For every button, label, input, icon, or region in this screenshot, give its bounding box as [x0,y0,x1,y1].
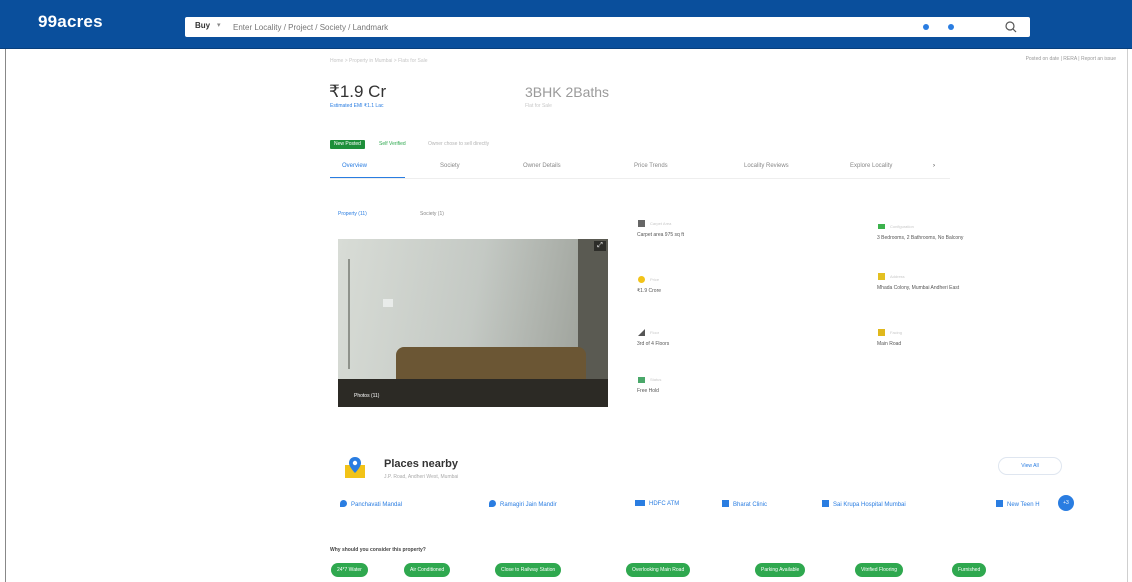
why-consider-title: Why should you consider this property? [330,547,426,553]
place-name: New Teen H [1007,502,1040,508]
configuration: 3BHK 2Baths [525,84,610,100]
price: ₹1.9 Cr [329,82,387,101]
emi-link[interactable]: Estimated EMI ₹1.1 Lac [330,103,383,109]
expand-icon[interactable]: ⤢ [594,241,606,251]
feature-label: Floor [650,330,660,335]
microphone-icon[interactable] [948,24,954,30]
tab-explore-locality[interactable]: Explore Locality [850,163,892,169]
tab-society[interactable]: Society [440,163,460,169]
top-navigation-bar: 99acres Buy ▾ [0,0,1132,49]
feature-label: Carpet Area [650,221,672,226]
property-tag: Close to Railway Station [495,563,562,577]
feature-carpet-area: Carpet area 975 sq ft [637,232,684,238]
media-tab-property[interactable]: Property (11) [338,211,367,217]
media-tab-society[interactable]: Society (1) [420,211,444,217]
atm-icon [635,500,645,506]
tab-overview[interactable]: Overview [342,163,367,169]
feature-label: Configuration [890,224,914,229]
feature-configuration: 3 Bedrooms, 2 Bathrooms, No Balcony [877,235,964,241]
location-icon[interactable] [923,24,929,30]
place-name: Bharat Clinic [733,502,768,508]
breadcrumb[interactable]: Home > Property in Mumbai > Flats for Sa… [330,58,428,64]
nearby-place[interactable]: HDFC ATM [635,500,679,507]
hospital-icon [722,500,729,507]
place-name: Sai Krupa Hospital Mumbai [833,502,906,508]
property-type: Flat for Sale [525,103,552,109]
buy-dropdown[interactable]: Buy [195,21,210,30]
feature-label: Price [650,277,660,282]
feature-price: ₹1.9 Crore [637,288,662,294]
property-tag: Overlooking Main Road [626,563,691,577]
status-icon [638,377,645,383]
feature-facing: Main Road [877,341,902,347]
photos-count-badge[interactable]: Photos (11) [354,393,379,399]
property-tag: Parking Available [755,563,806,577]
logo[interactable]: 99acres [38,12,103,32]
section-subtitle: J.P. Road, Andheri West, Mumbai [384,474,459,480]
verified-label: Self Verified [379,141,406,147]
feature-value: Carpet area 975 sq ft [637,232,684,238]
property-tag: Air Conditioned [404,563,451,577]
tab-divider [330,178,950,179]
view-all-button[interactable]: View All [998,457,1062,475]
feature-ownership: Free Hold [637,388,659,394]
hospital-icon [822,500,829,507]
photo-door-frame [348,259,350,369]
floor-icon [638,329,645,336]
price-icon [638,276,645,283]
chevron-right-icon[interactable]: › [933,163,935,169]
pin-icon [340,500,347,507]
nearby-place[interactable]: Bharat Clinic [722,500,767,508]
nearby-place[interactable]: Ramagiri Jain Mandir [489,500,557,508]
nearby-place[interactable]: New Teen H [996,500,1040,508]
section-tabs: Overview Society Owner Details Price Tre… [330,157,950,179]
address-icon [878,273,885,280]
search-input[interactable] [233,20,873,34]
page-right-border [1127,49,1128,582]
owner-note: Owner chose to sell directly [428,141,490,147]
status-badge: New Posted [330,140,365,149]
area-icon [638,220,645,227]
property-photo[interactable]: ⤢ Photos (11) [338,239,608,407]
feature-label: Facing [890,330,903,335]
place-name: Panchavati Mandal [351,502,403,508]
place-name: HDFC ATM [649,501,680,507]
active-tab-indicator [330,177,405,178]
tab-owner-details[interactable]: Owner Details [523,163,561,169]
section-title: Places nearby [384,458,458,470]
nearby-place[interactable]: Sai Krupa Hospital Mumbai [822,500,906,508]
property-tag: 24*7 Water [331,563,368,577]
nearby-place[interactable]: Panchavati Mandal [340,500,402,508]
feature-label: Status [650,377,662,382]
top-links[interactable]: Posted on date | RERA | Report an issue [1026,56,1116,62]
property-tag: Vitrified Flooring [855,563,904,577]
feature-floor: 3rd of 4 Floors [637,341,670,347]
chevron-down-icon: ▾ [217,22,221,29]
facing-icon [878,329,885,336]
tab-locality-reviews[interactable]: Locality Reviews [744,163,789,169]
more-places-button[interactable]: +3 [1058,495,1074,511]
property-tag: Furnished [952,563,987,577]
feature-label: Address [890,274,905,279]
place-name: Ramagiri Jain Mandir [500,502,557,508]
page-left-border [5,49,6,582]
bed-icon [878,224,885,229]
photo-switchboard [383,299,393,307]
hospital-icon [996,500,1003,507]
feature-address: Mhada Colony, Mumbai Andheri East [877,285,960,291]
search-icon[interactable] [1003,19,1019,35]
map-pin-icon [345,457,365,478]
pin-icon [489,500,496,507]
search-bar[interactable]: Buy ▾ [185,17,1030,37]
tab-price-trends[interactable]: Price Trends [634,163,668,169]
